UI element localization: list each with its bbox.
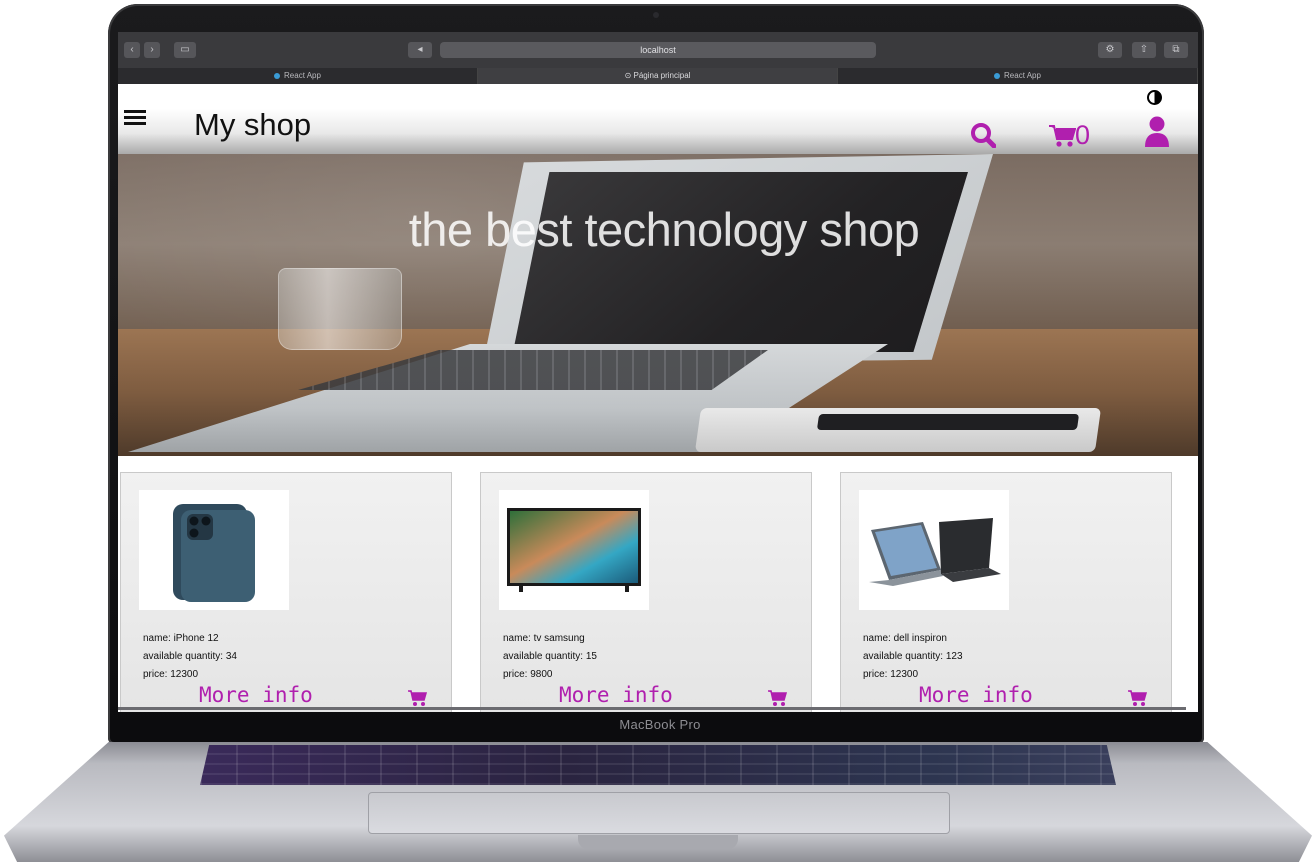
cart-count[interactable]: 0 [1075,120,1090,151]
hero-laptop-display [513,172,968,352]
brand-title[interactable]: My shop [194,107,311,143]
hero-glass [278,268,402,350]
phone-image [173,504,255,602]
product-image[interactable] [859,490,1009,610]
product-grid: name: iPhone 12 available quantity: 34 p… [118,456,1198,712]
product-card: name: iPhone 12 available quantity: 34 p… [120,472,452,712]
back-button[interactable]: ‹ [124,42,140,58]
sidebar-toggle-button[interactable]: ▭ [174,42,196,58]
product-name: name: dell inspiron [863,633,947,644]
browser-tab[interactable]: React App [118,68,478,84]
add-to-cart-icon[interactable] [767,689,787,707]
laptop-notch [578,835,738,849]
more-info-link[interactable]: More info [199,683,313,707]
laptop-trackpad [368,792,950,834]
product-card: name: tv samsung available quantity: 15 … [480,472,812,712]
hero-title: the best technology shop [408,203,920,256]
product-info: name: iPhone 12 available quantity: 34 p… [143,630,237,684]
more-info-link[interactable]: More info [559,683,673,707]
browser-tab[interactable]: React App [838,68,1198,84]
tabs-button[interactable]: ⧉ [1164,42,1188,58]
device-label: MacBook Pro [619,717,701,732]
product-quantity: available quantity: 15 [503,651,597,662]
product-quantity: available quantity: 34 [143,651,237,662]
product-image[interactable] [139,490,289,610]
product-price: price: 12300 [143,669,199,680]
react-icon [994,72,1001,79]
hero-banner: the best technology shop [118,154,1198,456]
react-icon [274,72,281,79]
browser-tab-strip: React App ⊙ Página principal React App [118,68,1198,84]
menu-icon[interactable] [124,110,146,126]
screen-edge [118,707,1186,710]
laptop-keyboard [200,745,1116,785]
tv-image [507,508,641,592]
product-info: name: tv samsung available quantity: 15 … [503,630,597,684]
product-quantity: available quantity: 123 [863,651,963,662]
contrast-icon[interactable] [1147,90,1162,105]
search-icon[interactable] [970,122,996,148]
url-bar[interactable]: localhost [440,42,876,58]
product-image[interactable] [499,490,649,610]
app-header: My shop 0 [118,84,1198,154]
product-price: price: 9800 [503,669,553,680]
shield-button[interactable]: ◂ [408,42,432,58]
screen: ‹ › ▭ ◂ localhost ⚙ ⇧ ⧉ React App ⊙ Pági… [118,32,1198,712]
camera [653,12,659,18]
forward-button[interactable]: › [144,42,160,58]
browser-toolbar: ‹ › ▭ ◂ localhost ⚙ ⇧ ⧉ [118,32,1198,68]
laptop-image [869,518,1001,586]
add-to-cart-icon[interactable] [407,689,427,707]
globe-icon: ⊙ [624,71,634,80]
product-name: name: tv samsung [503,633,585,644]
product-info: name: dell inspiron available quantity: … [863,630,963,684]
download-button[interactable]: ⚙ [1098,42,1122,58]
add-to-cart-icon[interactable] [1127,689,1147,707]
product-card: name: dell inspiron available quantity: … [840,472,1172,712]
more-info-link[interactable]: More info [919,683,1033,707]
product-price: price: 12300 [863,669,919,680]
product-name: name: iPhone 12 [143,633,219,644]
user-icon[interactable] [1144,116,1170,148]
share-button[interactable]: ⇧ [1132,42,1156,58]
hero-phone-screen [816,414,1080,430]
browser-tab-active[interactable]: ⊙ Página principal [478,68,838,84]
cart-icon[interactable] [1048,124,1076,148]
